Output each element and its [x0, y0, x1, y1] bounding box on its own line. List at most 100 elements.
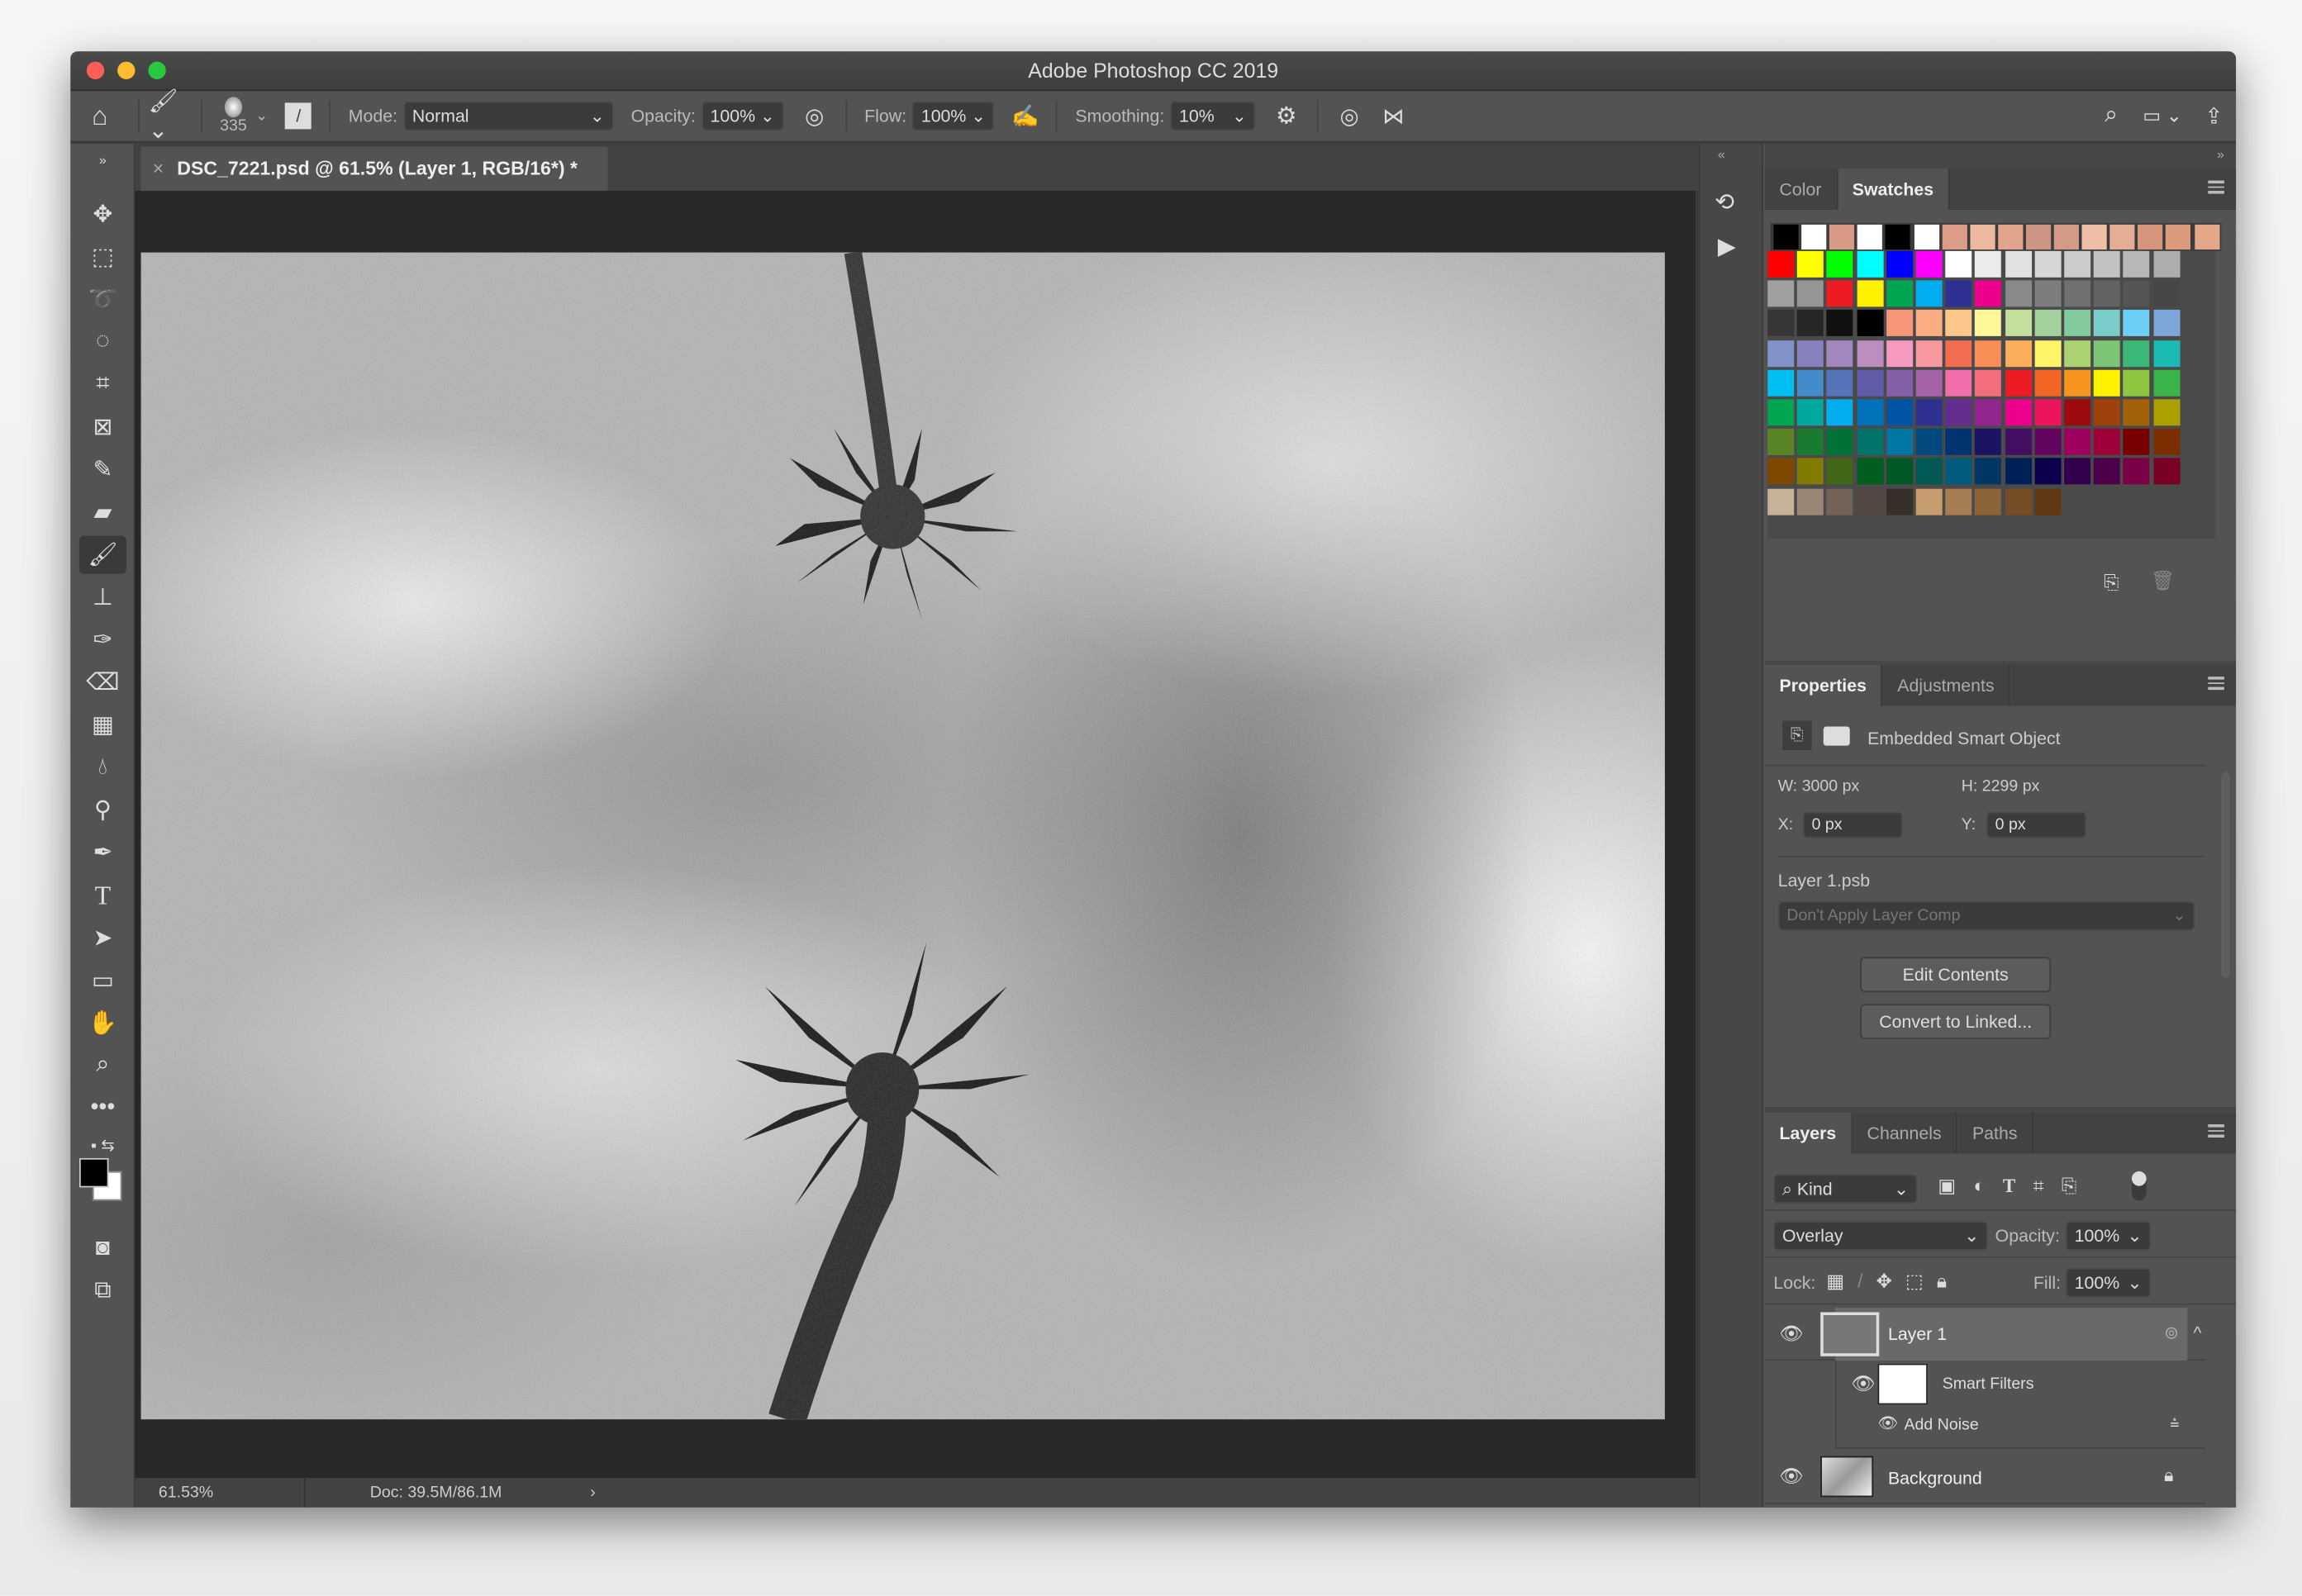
color-swatch[interactable]: [2064, 280, 2091, 307]
color-swatch[interactable]: [2123, 369, 2150, 397]
close-tab-icon[interactable]: ×: [153, 157, 164, 179]
color-swatch[interactable]: [1945, 458, 1972, 486]
color-swatch[interactable]: [2064, 369, 2091, 397]
color-swatch[interactable]: [1856, 250, 1883, 278]
color-swatch[interactable]: [1856, 280, 1883, 307]
color-swatch[interactable]: [1797, 399, 1824, 426]
color-swatch[interactable]: [1856, 487, 1883, 515]
tab-swatches[interactable]: Swatches: [1837, 169, 1950, 211]
lock-pixels-icon[interactable]: /: [1857, 1270, 1862, 1293]
dodge-tool-icon[interactable]: ⚲: [79, 791, 126, 829]
color-swatch[interactable]: [1797, 487, 1824, 515]
recent-swatch[interactable]: [1914, 224, 1939, 250]
marquee-tool-icon[interactable]: ⬚: [79, 238, 126, 276]
filter-shape-icon[interactable]: ⌗: [2033, 1174, 2044, 1197]
recent-swatch[interactable]: [2138, 224, 2163, 250]
color-swatch[interactable]: [1975, 399, 2002, 426]
crop-tool-icon[interactable]: ⌗: [79, 365, 126, 403]
color-swatch[interactable]: [2123, 340, 2150, 367]
tab-paths[interactable]: Paths: [1957, 1112, 2034, 1154]
brush-size-picker[interactable]: 335: [212, 97, 255, 135]
color-swatch[interactable]: [1945, 340, 1972, 367]
rectangle-tool-icon[interactable]: ▭: [79, 962, 126, 1000]
lock-artboard-icon[interactable]: ⬚: [1905, 1270, 1924, 1293]
color-swatch[interactable]: [1856, 310, 1883, 337]
tab-layers[interactable]: Layers: [1764, 1112, 1853, 1154]
color-swatch[interactable]: [2034, 399, 2062, 426]
layer-row-background[interactable]: 👁︎ Background 🔒︎: [1764, 1450, 2205, 1505]
workspace-icon[interactable]: ▭ ⌄: [2133, 104, 2192, 127]
recent-swatch[interactable]: [1801, 224, 1827, 250]
minimize-window-button[interactable]: [117, 61, 136, 79]
color-swatch[interactable]: [1975, 310, 2002, 337]
color-swatch[interactable]: [2094, 310, 2121, 337]
swap-colors-icon[interactable]: ▪ ⇆: [79, 1133, 126, 1157]
color-swatch[interactable]: [1856, 399, 1883, 426]
color-swatch[interactable]: [2152, 310, 2180, 337]
lock-position-icon[interactable]: ✥: [1876, 1270, 1892, 1293]
layer-opacity-field[interactable]: 100% ⌄: [2065, 1221, 2152, 1251]
color-swatch[interactable]: [1915, 340, 1943, 367]
blend-mode-select[interactable]: Overlay ⌄: [1773, 1221, 1988, 1251]
filter-blending-options-icon[interactable]: ⩮: [2170, 1415, 2179, 1434]
color-swatch[interactable]: [1886, 310, 1913, 337]
gear-icon[interactable]: ⚙: [1264, 102, 1308, 131]
pressure-size-icon[interactable]: ◎: [1327, 102, 1371, 129]
color-swatch[interactable]: [1827, 340, 1854, 367]
color-swatch[interactable]: [2034, 280, 2062, 307]
recent-swatch[interactable]: [1773, 224, 1799, 250]
tab-properties[interactable]: Properties: [1764, 664, 1883, 706]
color-swatch[interactable]: [2064, 340, 2091, 367]
color-swatch[interactable]: [1975, 487, 2002, 515]
filter-pixel-icon[interactable]: ▣: [1938, 1174, 1956, 1197]
color-swatch[interactable]: [1797, 280, 1824, 307]
color-swatch[interactable]: [1767, 487, 1795, 515]
color-swatch[interactable]: [1767, 369, 1795, 397]
visibility-eye-icon[interactable]: 👁︎: [1779, 1323, 1803, 1346]
color-swatch[interactable]: [2152, 250, 2180, 278]
screen-mode-icon[interactable]: ⧉: [79, 1272, 126, 1310]
color-swatch[interactable]: [2034, 458, 2062, 486]
color-swatch[interactable]: [2152, 280, 2180, 307]
color-swatch[interactable]: [1945, 369, 1972, 397]
color-swatch[interactable]: [2005, 487, 2032, 515]
color-swatch[interactable]: [2094, 340, 2121, 367]
quick-selection-tool-icon[interactable]: ◌: [79, 323, 126, 361]
color-swatch[interactable]: [1886, 340, 1913, 367]
color-swatch[interactable]: [1915, 429, 1943, 456]
path-selection-tool-icon[interactable]: ➤: [79, 919, 126, 957]
filter-add-noise[interactable]: Add Noise: [1905, 1417, 1979, 1434]
zoom-level[interactable]: 61.53%: [159, 1478, 213, 1508]
new-swatch-icon[interactable]: ⎘: [2104, 571, 2119, 594]
layer-filter-kind-select[interactable]: ⌕ Kind ⌄: [1773, 1174, 1918, 1204]
recent-swatch[interactable]: [1829, 224, 1855, 250]
search-icon[interactable]: ⌕: [2089, 102, 2133, 129]
color-swatch[interactable]: [1945, 429, 1972, 456]
color-swatch[interactable]: [1975, 369, 2002, 397]
color-swatch[interactable]: [2064, 399, 2091, 426]
tab-adjustments[interactable]: Adjustments: [1882, 664, 2011, 706]
color-swatch[interactable]: [1827, 280, 1854, 307]
color-swatch[interactable]: [1856, 340, 1883, 367]
status-menu-arrow-icon[interactable]: ›: [590, 1478, 596, 1508]
color-swatch[interactable]: [2123, 250, 2150, 278]
fill-field[interactable]: 100% ⌄: [2065, 1268, 2152, 1298]
color-swatch[interactable]: [1827, 429, 1854, 456]
color-swatch[interactable]: [2123, 458, 2150, 486]
color-swatch[interactable]: [2005, 310, 2032, 337]
collapse-effects-icon[interactable]: ^: [2194, 1323, 2202, 1343]
color-swatch[interactable]: [1886, 487, 1913, 515]
recent-swatch[interactable]: [1997, 224, 2024, 250]
color-swatch[interactable]: [1767, 250, 1795, 278]
color-swatch[interactable]: [1945, 310, 1972, 337]
mode-select[interactable]: Normal ⌄: [403, 101, 614, 131]
color-swatch[interactable]: [2005, 399, 2032, 426]
filter-adjustment-icon[interactable]: ◐: [1974, 1174, 1986, 1197]
history-panel-icon[interactable]: ⟲: [1715, 188, 1734, 217]
color-swatch[interactable]: [1915, 280, 1943, 307]
close-window-button[interactable]: [86, 61, 105, 79]
eraser-tool-icon[interactable]: ⌫: [79, 663, 126, 701]
filter-smart-object-icon[interactable]: ⎘: [2062, 1174, 2076, 1197]
color-swatch[interactable]: [1915, 487, 1943, 515]
color-swatch[interactable]: [2152, 399, 2180, 426]
